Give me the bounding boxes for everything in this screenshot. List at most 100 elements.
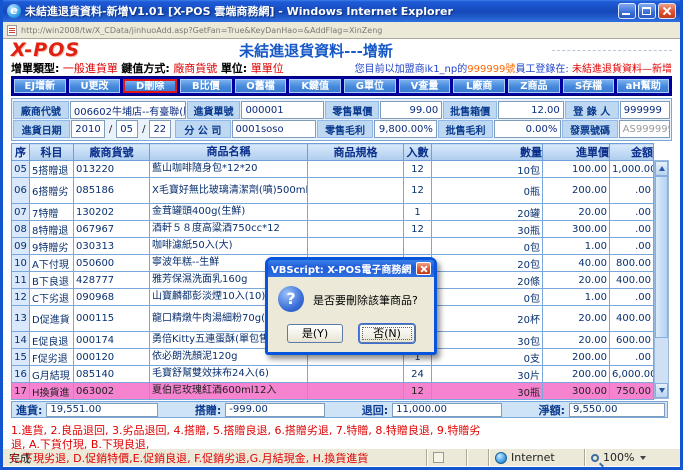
box-price-field[interactable]: 12.00	[498, 101, 564, 119]
toolbar-button-1[interactable]: EJ增新	[14, 79, 66, 93]
total-purchase-label: 進貨:	[14, 402, 44, 418]
address-bar[interactable]: http://win2008/tw/X_CData/jinhuoAdd.asp?…	[3, 22, 680, 39]
toolbar-button-3[interactable]: D刪除	[123, 79, 177, 93]
table-row[interactable]: 088特贈退067967酒軒５８度高粱酒750cc*121230瓶300.00.…	[12, 221, 654, 238]
operator-field[interactable]: 999999	[620, 101, 670, 119]
cell-no: 14	[12, 332, 30, 349]
table-row[interactable]: 099特贈劣030313咖啡濾紙50入(大)0包1.00.00	[12, 238, 654, 255]
cell-qty: 20條	[432, 272, 543, 289]
toolbar-button-10[interactable]: Z商品	[508, 79, 560, 93]
toolbar-button-7[interactable]: G單位	[344, 79, 396, 93]
cell-qty: 0支	[432, 349, 543, 366]
supplier-field[interactable]: 006602牛埔店--有臺聯(股	[70, 101, 186, 119]
box-price-label: 批售箱價	[443, 101, 497, 119]
maximize-icon[interactable]	[638, 3, 656, 19]
dialog-close-icon[interactable]	[416, 262, 431, 275]
cell-pack: 12	[404, 161, 432, 178]
cell-no: 15	[12, 349, 30, 366]
order-no-field[interactable]: 000001	[241, 101, 324, 119]
toolbar: EJ增新U更改D刪除B比價O舊檔K鍵值G單位V查量L廠商Z商品S存檔aH幫助	[11, 76, 672, 96]
form-row-2: 進貨日期 2010 / 05 / 22 分 公 司 0001soso 零售毛利 …	[13, 120, 670, 138]
cell-price: 1.00	[543, 289, 610, 306]
cell-name: 咖啡濾紙50入(大)	[150, 238, 308, 255]
cell-code: 030313	[74, 238, 150, 255]
login-location: 未結進退貨資料—新增	[572, 64, 672, 75]
cell-cat: A下付現	[30, 255, 74, 272]
toolbar-button-11[interactable]: S存檔	[563, 79, 615, 93]
cell-price: 200.00	[543, 366, 610, 383]
cell-code: 000115	[74, 306, 150, 332]
cell-price: 300.00	[543, 221, 610, 238]
close-icon[interactable]	[658, 3, 676, 19]
cell-cat: F促劣退	[30, 349, 74, 366]
cell-name: X毛寶好無比玻璃清潔劑(噴)500ml1	[150, 178, 308, 204]
key-mode-label: 鍵值方式:	[121, 62, 169, 75]
cell-name: 夏伯尼玫瑰紅酒600ml12入	[150, 383, 308, 400]
total-purchase-value: 19,551.00	[46, 403, 158, 417]
form-row-1: 廠商代號 006602牛埔店--有臺聯(股 進貨單號 000001 零售單價 9…	[13, 101, 670, 119]
header-divider	[552, 50, 672, 51]
cell-amount: .00	[610, 221, 654, 238]
toolbar-button-2[interactable]: U更改	[69, 79, 121, 93]
cell-price: 20.00	[543, 272, 610, 289]
toolbar-button-6[interactable]: K鍵值	[289, 79, 341, 93]
toolbar-button-9[interactable]: L廠商	[453, 79, 505, 93]
cell-code: 130202	[74, 204, 150, 221]
scroll-down-icon[interactable]	[655, 383, 668, 398]
date-year-field[interactable]: 2010	[71, 120, 105, 138]
key-mode-value: 廠商貨號	[173, 62, 217, 75]
cell-amount: 750.00	[610, 383, 654, 400]
column-header: 商品規格	[308, 144, 404, 161]
toolbar-button-8[interactable]: V查量	[399, 79, 451, 93]
cell-qty: 30包	[432, 332, 543, 349]
login-info: 您目前以加盟商ik1_np的999999號員工登錄在: 未結進退貨資料—新增	[355, 60, 672, 75]
table-scrollbar[interactable]	[654, 160, 669, 399]
total-return-value: 11,000.00	[392, 403, 502, 417]
date-separator: /	[139, 120, 148, 138]
toolbar-button-4[interactable]: B比價	[180, 79, 232, 93]
title-bar: e 未結進退貨資料-新增V1.01 [X-POS 雲端商務網] - Window…	[3, 0, 680, 22]
scroll-up-icon[interactable]	[655, 161, 668, 176]
cell-qty: 20罐	[432, 204, 543, 221]
box-margin-label: 批售毛利	[438, 120, 493, 138]
table-row[interactable]: 16G月結現085140毛寶舒幫雙效抹布24入(6)2430片200.006,0…	[12, 366, 654, 383]
cell-pack	[404, 238, 432, 255]
cell-amount: .00	[610, 178, 654, 204]
table-row[interactable]: 077特贈130202金茸罐頭400g(生鮮)120罐20.00.00	[12, 204, 654, 221]
order-type-value: 一般進貨單	[63, 62, 118, 75]
scroll-track[interactable]	[655, 338, 668, 383]
date-month-field[interactable]: 05	[116, 120, 138, 138]
cell-pack: 1	[404, 204, 432, 221]
cell-amount: 6,000.00	[610, 366, 654, 383]
table-row[interactable]: 066搭贈劣085186X毛寶好無比玻璃清潔劑(噴)500ml1120瓶200.…	[12, 178, 654, 204]
table-row[interactable]: 17H換貨進063002夏伯尼玫瑰紅酒600ml12入1230瓶300.0075…	[12, 383, 654, 400]
column-header: 金額	[610, 144, 654, 161]
toolbar-button-12[interactable]: aH幫助	[617, 79, 669, 93]
total-net-label: 淨額:	[537, 402, 567, 418]
invoice-field[interactable]: AS99999999	[619, 120, 670, 138]
cell-cat: C下劣退	[30, 289, 74, 306]
branch-label: 分 公 司	[175, 120, 230, 138]
cell-cat: G月結現	[30, 366, 74, 383]
toolbar-button-5[interactable]: O舊檔	[235, 79, 287, 93]
table-row[interactable]: 055搭贈退013220藍山咖啡隨身包*12*201210包100.001,00…	[12, 161, 654, 178]
cell-pack: 24	[404, 366, 432, 383]
minimize-icon[interactable]	[618, 3, 636, 19]
cell-pack: 12	[404, 383, 432, 400]
cell-qty: 20杯	[432, 306, 543, 332]
xpos-logo: X-POS	[11, 39, 80, 61]
no-button[interactable]: 否(N)	[359, 324, 415, 343]
unit-value: 單單位	[251, 62, 284, 75]
cell-cat: 9特贈劣	[30, 238, 74, 255]
cell-no: 05	[12, 161, 30, 178]
page-title: 未結進退貨資料---增新	[80, 40, 552, 61]
legend-line-2: 退, A.下貨付現, B.下現良退,	[11, 438, 672, 452]
yes-button[interactable]: 是(Y)	[287, 324, 343, 343]
box-margin-field[interactable]: 0.00%	[494, 120, 561, 138]
retail-price-field[interactable]: 99.00	[380, 101, 442, 119]
date-day-field[interactable]: 22	[149, 120, 171, 138]
retail-margin-field[interactable]: 9,800.00%	[374, 120, 437, 138]
branch-field[interactable]: 0001soso	[232, 120, 317, 138]
scroll-thumb[interactable]	[655, 176, 668, 338]
page-icon	[7, 25, 17, 36]
